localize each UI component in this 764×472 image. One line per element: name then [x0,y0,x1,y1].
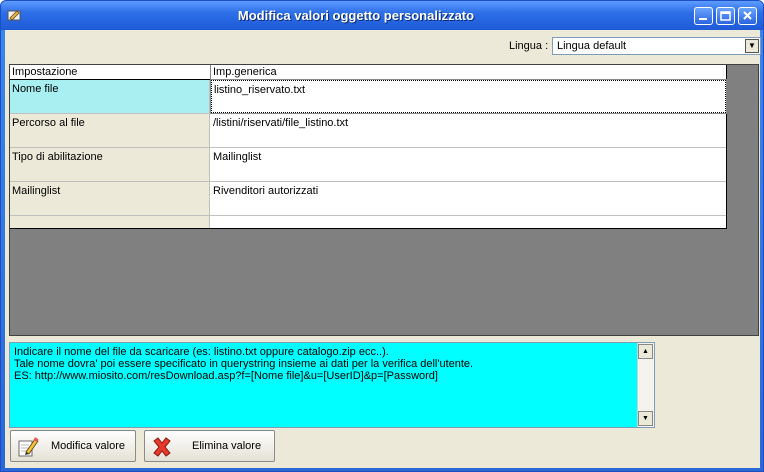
chevron-down-icon[interactable]: ▼ [745,39,759,53]
maximize-button[interactable] [716,7,735,25]
column-header-imp-generica[interactable]: Imp.generica [211,65,726,79]
modifica-valore-label: Modifica valore [51,440,125,452]
title-bar[interactable]: Modifica valori oggetto personalizzato [1,1,763,30]
description-text: Indicare il nome del file da scaricare (… [14,346,474,382]
close-button[interactable] [738,7,757,25]
edit-pencil-icon [18,437,39,457]
table-row[interactable]: Nome file listino_riservato.txt [10,79,727,114]
row-label[interactable]: Mailinglist [10,182,210,215]
row-label[interactable]: Nome file [10,80,210,113]
row-label[interactable]: Tipo di abilitazione [10,148,210,181]
row-value[interactable]: listino_riservato.txt [210,79,727,114]
row-value[interactable]: Rivenditori autorizzati [211,182,726,215]
settings-grid: Impostazione Imp.generica Nome file list… [10,65,727,229]
scroll-up-icon[interactable]: ▲ [638,344,653,359]
empty-row[interactable] [10,216,726,228]
window-client-area: Lingua : Lingua default ▼ Impostazione I… [5,30,761,468]
lingua-select[interactable]: Lingua default ▼ [552,37,761,55]
elimina-valore-label: Elimina valore [192,440,262,452]
table-row[interactable]: Percorso al file /listini/riservati/file… [10,114,726,148]
scroll-down-icon[interactable]: ▼ [638,411,653,426]
row-value[interactable]: /listini/riservati/file_listino.txt [211,114,726,147]
grid-header: Impostazione Imp.generica [10,65,726,80]
red-x-icon [153,437,171,457]
row-label[interactable]: Percorso al file [10,114,210,147]
description-box[interactable]: Indicare il nome del file da scaricare (… [9,342,655,428]
lingua-label: Lingua : [509,40,549,52]
window: Modifica valori oggetto personalizzato L… [0,0,764,472]
column-header-impostazione[interactable]: Impostazione [10,65,211,79]
row-value[interactable]: Mailinglist [211,148,726,181]
minimize-button[interactable] [694,7,713,25]
elimina-valore-button[interactable]: Elimina valore [144,430,275,462]
modifica-valore-button[interactable]: Modifica valore [10,430,136,462]
table-row[interactable]: Tipo di abilitazione Mailinglist [10,148,726,182]
row-label-empty[interactable] [10,216,210,228]
settings-grid-area: Impostazione Imp.generica Nome file list… [9,64,759,336]
lingua-selected-value: Lingua default [557,40,627,52]
vertical-scrollbar[interactable]: ▲ ▼ [637,343,654,427]
table-row[interactable]: Mailinglist Rivenditori autorizzati [10,182,726,216]
row-value-empty[interactable] [211,216,726,228]
window-title: Modifica valori oggetto personalizzato [237,8,475,23]
